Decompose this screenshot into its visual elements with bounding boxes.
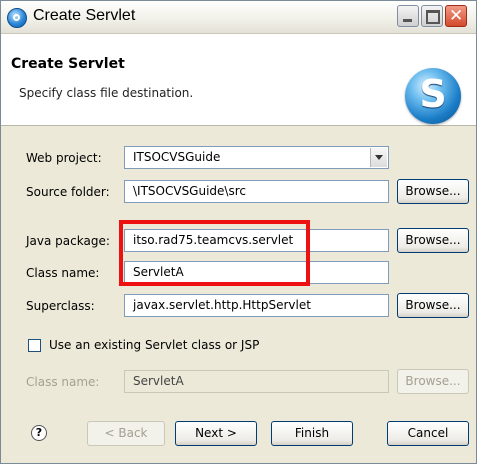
superclass-input[interactable]: javax.servlet.http.HttpServlet (124, 294, 389, 317)
maximize-button[interactable] (421, 5, 443, 27)
superclass-value: javax.servlet.http.HttpServlet (133, 298, 311, 312)
back-button: < Back (87, 421, 165, 446)
help-icon[interactable]: ? (31, 425, 47, 441)
existing-class-browse-button: Browse... (397, 369, 469, 394)
cancel-button[interactable]: Cancel (387, 421, 469, 446)
existing-class-input: ServletA (124, 370, 389, 393)
finish-button[interactable]: Finish (271, 421, 353, 446)
use-existing-label[interactable]: Use an existing Servlet class or JSP (49, 338, 259, 352)
close-icon: ✕ (449, 6, 464, 26)
class-name-label: Class name: (26, 266, 100, 280)
java-package-browse-button[interactable]: Browse... (397, 228, 469, 253)
java-package-label: Java package: (26, 234, 110, 248)
window-title: Create Servlet (33, 7, 136, 24)
minimize-button[interactable] (397, 5, 419, 27)
java-package-value: itso.rad75.teamcvs.servlet (133, 233, 294, 247)
superclass-browse-button[interactable]: Browse... (397, 293, 469, 318)
superclass-label: Superclass: (26, 299, 95, 313)
web-project-select[interactable]: ITSOCVSGuide (124, 146, 389, 169)
chevron-down-icon[interactable] (370, 148, 387, 167)
class-name-input[interactable]: ServletA (124, 261, 389, 284)
existing-class-value: ServletA (133, 374, 184, 388)
source-folder-input[interactable]: \ITSOCVSGuide\src (124, 180, 389, 203)
next-button[interactable]: Next > (175, 421, 257, 446)
source-folder-value: \ITSOCVSGuide\src (133, 184, 246, 198)
close-button[interactable]: ✕ (445, 5, 467, 27)
class-name-value: ServletA (133, 265, 184, 279)
web-project-label: Web project: (26, 151, 102, 165)
web-project-value: ITSOCVSGuide (133, 150, 221, 164)
app-icon (7, 8, 27, 28)
page-title: Create Servlet (11, 56, 125, 72)
create-servlet-dialog: Create Servlet ✕ Create Servlet Specify … (0, 0, 477, 464)
source-folder-browse-button[interactable]: Browse... (397, 179, 469, 204)
servlet-logo-icon: S (405, 68, 461, 124)
title-bar[interactable]: Create Servlet ✕ (1, 1, 476, 34)
existing-class-label: Class name: (26, 375, 100, 389)
java-package-input[interactable]: itso.rad75.teamcvs.servlet (124, 229, 389, 252)
page-description: Specify class file destination. (19, 86, 194, 100)
source-folder-label: Source folder: (26, 185, 110, 199)
use-existing-checkbox[interactable] (28, 339, 41, 352)
wizard-header: Create Servlet Specify class file destin… (1, 34, 476, 126)
